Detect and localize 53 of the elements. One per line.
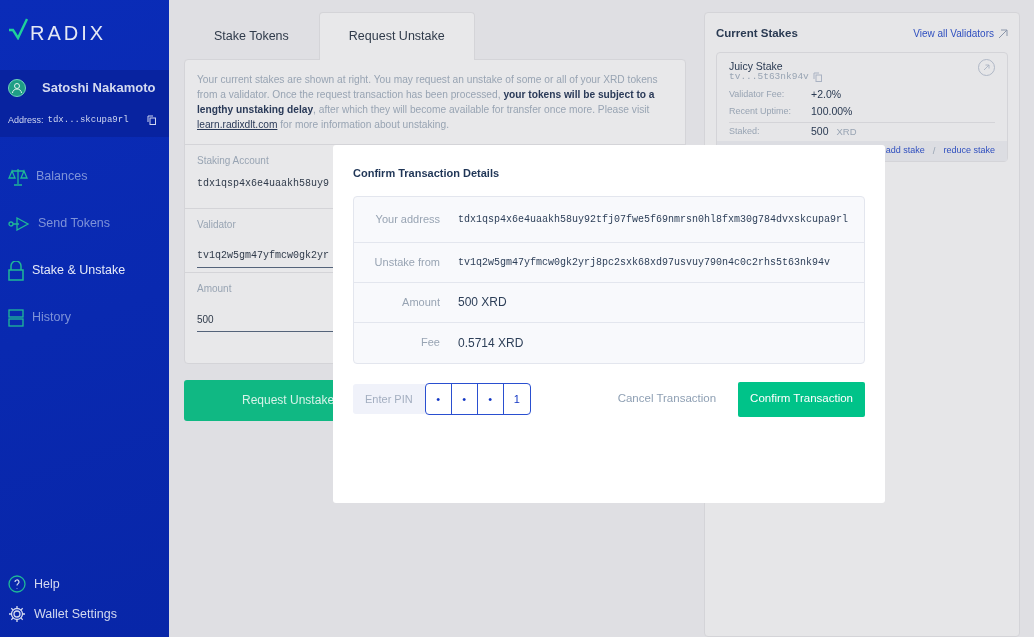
send-icon	[8, 216, 30, 231]
nav-item[interactable]: Wallet Settings	[0, 599, 169, 629]
reduce-stake-link[interactable]: reduce stake	[943, 144, 995, 158]
detail-value: 0.5714 XRD	[458, 334, 524, 352]
field-label: Amount	[197, 281, 232, 296]
pin-label: Enter PIN	[353, 384, 425, 414]
external-link-icon	[998, 28, 1008, 39]
detail-label: Fee	[420, 335, 441, 351]
address-label: Address:	[8, 113, 44, 127]
stat-value: 500	[811, 124, 829, 139]
detail-label: Unstake from	[373, 254, 441, 270]
separator-text: /	[932, 143, 936, 158]
nav-item[interactable]: Help	[0, 569, 169, 599]
user-name: Satoshi Nakamoto	[42, 79, 156, 97]
view-validators-link[interactable]: View all Validators	[913, 26, 994, 42]
field-label: Staking Account	[197, 153, 269, 168]
nav-item[interactable]: Stake & Unstake	[0, 247, 169, 294]
address-value: tdx...skcupa9rl	[47, 113, 129, 127]
stat-value: 100.00%	[811, 104, 853, 120]
nav-item[interactable]: Send Tokens	[0, 200, 169, 247]
detail-value: 500 XRD	[458, 294, 507, 311]
detail-label: Amount	[401, 294, 441, 310]
open-icon[interactable]	[978, 59, 995, 77]
detail-value: tdx1qsp4x6e4uaakh58uy92tfj07fwe5f69nmrsn0hl8fxm30g784dvxskcupa9rl	[458, 212, 849, 227]
validator-address: tv...5t63nk94v	[729, 71, 809, 85]
settings-icon	[8, 605, 26, 623]
lock-icon	[8, 260, 24, 281]
stat-label: Recent Uptime:	[729, 105, 793, 119]
copy-icon[interactable]	[146, 115, 156, 126]
tab[interactable]: Stake Tokens	[184, 12, 319, 60]
notice-text: Your current stakes are shown at right. You may request an unstake of some or all of your XRD tokens from a validator. Once the request transaction has been processed, your tokens will be subject to a lengthy unstaking delay, after which they will become available for transfer once more. Please visit learn.radixdlt.com for more information about unstaking.	[185, 59, 685, 145]
detail-value: tv1q2w5gm47yfmcw0gk2yrj8pc2sxk68xd97usvuy790n4c0c2rhs5t63nk94v	[458, 255, 831, 270]
stat-label: Validator Fee:	[729, 87, 786, 101]
unit-label: XRD	[836, 124, 857, 139]
logo-text: RADIX	[30, 21, 107, 46]
avatar-icon	[8, 78, 26, 97]
nav-item[interactable]: Balances	[0, 153, 169, 200]
detail-label: Your address	[374, 211, 441, 227]
stat-label: Staked:	[729, 125, 761, 139]
field-value: tdx1qsp4x6e4uaakh58uy9	[197, 176, 330, 191]
logo-check-icon	[8, 18, 28, 40]
nav-item[interactable]: History	[0, 294, 169, 341]
pin-field[interactable]: • • • 1	[424, 383, 531, 415]
stack-icon	[8, 308, 24, 327]
scales-icon	[8, 166, 28, 187]
add-stake-link[interactable]: add stake	[885, 144, 925, 158]
modal-title: Confirm Transaction Details	[353, 166, 501, 181]
learn-link[interactable]: learn.radixdlt.com	[197, 118, 278, 130]
field-label: Validator	[197, 217, 236, 232]
tab[interactable]: Request Unstake	[318, 12, 475, 60]
section-title: Current Stakes	[716, 26, 798, 41]
help-icon	[8, 575, 26, 593]
stat-value: +2.0%	[811, 86, 842, 102]
